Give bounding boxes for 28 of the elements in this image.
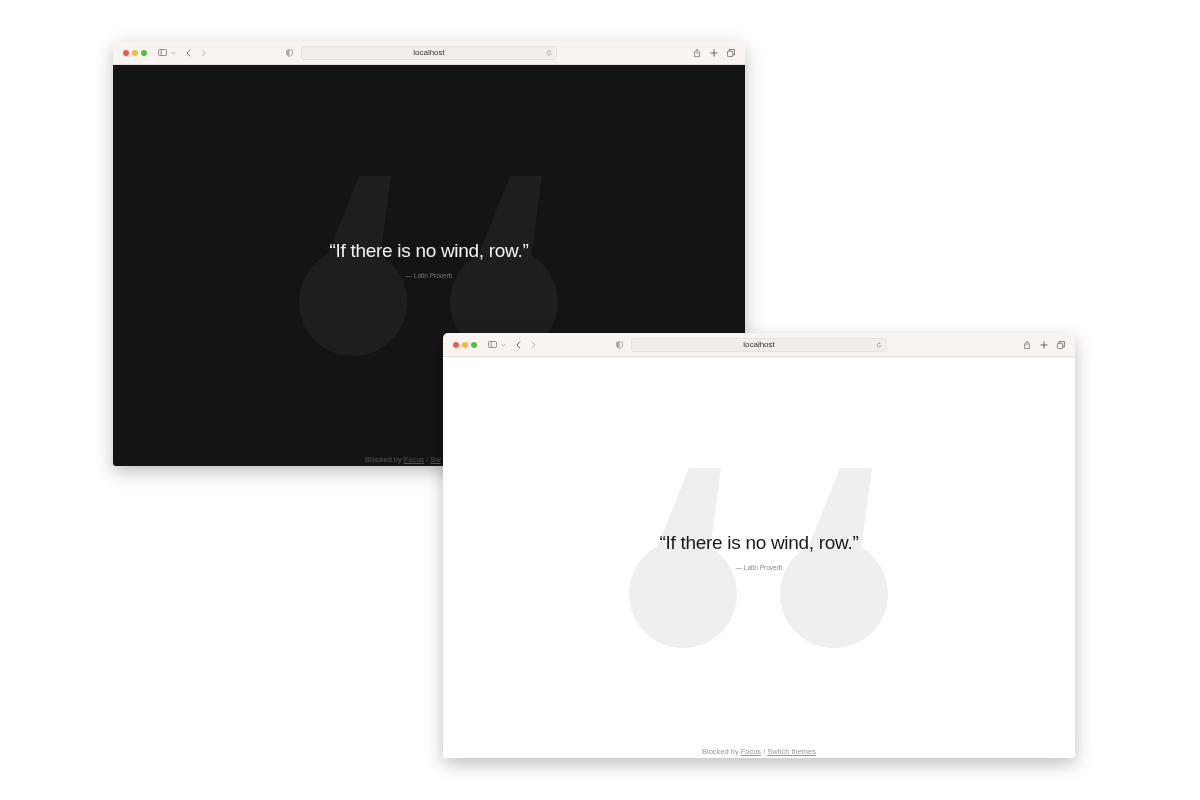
shield-icon[interactable] [286,48,293,57]
tabs-icon[interactable] [1057,340,1065,349]
address-bar[interactable]: localhost [631,337,887,352]
plus-icon[interactable] [1040,340,1048,349]
address-bar[interactable]: localhost [301,45,557,60]
back-icon[interactable] [186,48,191,57]
zoom-button[interactable] [471,341,477,348]
quote-text: “If there is no wind, row.” [329,240,529,262]
caret-icon[interactable] [171,50,176,55]
plus-icon[interactable] [710,48,718,57]
back-icon[interactable] [516,340,521,349]
quote-text: “If there is no wind, row.” [659,532,859,554]
forward-icon[interactable] [201,48,206,57]
share-icon[interactable] [693,48,701,57]
reload-icon[interactable] [546,49,552,56]
minimize-button[interactable] [132,49,138,56]
close-button[interactable] [453,341,459,348]
caret-icon[interactable] [501,342,506,347]
sidebar-icon[interactable] [488,341,497,348]
minimize-button[interactable] [462,341,468,348]
zoom-button[interactable] [141,49,147,56]
shield-icon[interactable] [616,340,623,349]
tabs-icon[interactable] [727,48,735,57]
forward-icon[interactable] [531,340,536,349]
reload-icon[interactable] [876,341,882,348]
share-icon[interactable] [1023,340,1031,349]
sidebar-icon[interactable] [158,49,167,56]
close-button[interactable] [123,49,129,56]
